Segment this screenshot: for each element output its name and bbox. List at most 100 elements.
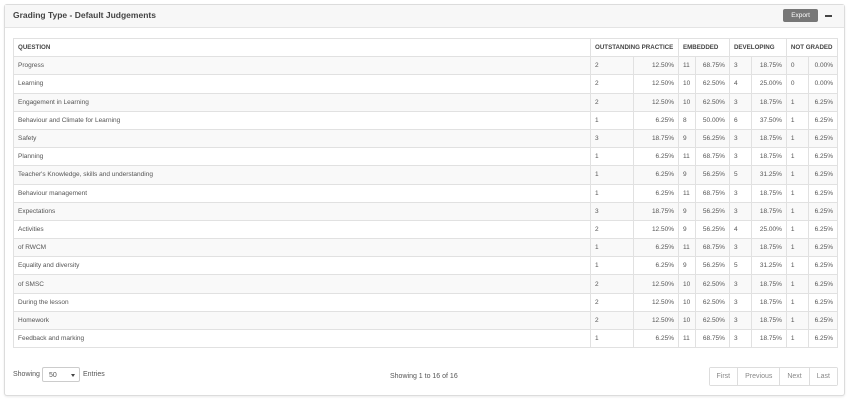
cell-outstanding-count: 2	[590, 74, 634, 94]
panel-title: Grading Type - Default Judgements	[13, 10, 156, 20]
cell-embedded-count: 9	[677, 165, 696, 185]
cell-embedded-count: 9	[677, 256, 696, 276]
entries-select-value: 50	[49, 372, 57, 379]
cell-developing-count: 3	[728, 292, 752, 312]
cell-question: Activities	[12, 219, 592, 240]
cell-outstanding-count: 1	[590, 256, 634, 276]
cell-outstanding-percent: 6.25%	[633, 238, 679, 258]
pagination-next[interactable]: Next	[779, 368, 809, 385]
cell-outstanding-percent: 12.50%	[633, 74, 679, 94]
cell-developing-percent: 18.75%	[750, 274, 787, 294]
cell-embedded-count: 11	[677, 328, 696, 349]
column-header-not-graded[interactable]: NOT GRADED	[785, 37, 839, 58]
table-info: Showing 1 to 16 of 16	[390, 373, 458, 380]
cell-embedded-count: 11	[677, 147, 696, 167]
cell-embedded-percent: 68.75%	[694, 238, 730, 258]
cell-developing-count: 5	[728, 165, 752, 185]
cell-outstanding-percent: 12.50%	[633, 274, 679, 294]
table-row: Expectations 3 18.75% 9 56.25% 3 18.75% 1 6.25%	[12, 201, 839, 221]
cell-not-graded-count: 1	[785, 183, 809, 203]
cell-embedded-percent: 62.50%	[694, 310, 730, 331]
cell-outstanding-percent: 6.25%	[633, 256, 679, 276]
cell-outstanding-count: 1	[590, 165, 634, 185]
cell-developing-count: 4	[728, 219, 752, 240]
cell-outstanding-percent: 6.25%	[633, 147, 679, 167]
cell-question: of RWCM	[12, 238, 592, 258]
column-header-developing[interactable]: DEVELOPING	[728, 37, 787, 58]
collapse-icon[interactable]	[824, 10, 834, 22]
cell-not-graded-percent: 6.25%	[807, 165, 839, 185]
cell-question: Equality and diversity	[12, 256, 592, 276]
cell-embedded-percent: 56.25%	[694, 201, 730, 221]
cell-not-graded-percent: 6.25%	[807, 238, 839, 258]
cell-question: Feedback and marking	[12, 328, 592, 349]
cell-not-graded-count: 1	[785, 110, 809, 130]
cell-embedded-percent: 56.25%	[694, 256, 730, 276]
grading-panel: Grading Type - Default Judgements Export…	[4, 4, 845, 396]
cell-question: Engagement in Learning	[12, 92, 592, 112]
cell-developing-percent: 25.00%	[750, 219, 787, 240]
cell-not-graded-count: 1	[785, 128, 809, 149]
cell-not-graded-count: 1	[785, 238, 809, 258]
cell-outstanding-count: 1	[590, 238, 634, 258]
table-row: During the lesson 2 12.50% 10 62.50% 3 18.75% 1…	[12, 292, 839, 312]
cell-embedded-percent: 68.75%	[694, 328, 730, 349]
cell-embedded-count: 11	[677, 238, 696, 258]
cell-embedded-percent: 62.50%	[694, 274, 730, 294]
pagination-last[interactable]: Last	[808, 368, 837, 385]
cell-outstanding-count: 1	[590, 183, 634, 203]
cell-developing-percent: 18.75%	[750, 56, 787, 76]
table-header-row: QUESTION OUTSTANDING PRACTICE EMBEDDED D…	[12, 37, 839, 58]
cell-not-graded-percent: 6.25%	[807, 292, 839, 312]
cell-embedded-count: 8	[677, 110, 696, 130]
cell-question: Progress	[12, 56, 592, 76]
cell-not-graded-count: 1	[785, 328, 809, 349]
column-header-question[interactable]: QUESTION	[12, 37, 592, 58]
cell-embedded-count: 9	[677, 128, 696, 149]
cell-embedded-percent: 56.25%	[694, 219, 730, 240]
pagination-first[interactable]: First	[709, 368, 738, 385]
cell-question: Planning	[12, 147, 592, 167]
cell-question: Teacher's Knowledge, skills and understa…	[12, 165, 592, 185]
cell-embedded-count: 11	[677, 56, 696, 76]
entries-label: Entries	[83, 371, 105, 378]
cell-developing-percent: 31.25%	[750, 165, 787, 185]
cell-developing-count: 3	[728, 238, 752, 258]
cell-not-graded-count: 1	[785, 165, 809, 185]
cell-outstanding-percent: 12.50%	[633, 310, 679, 331]
cell-outstanding-percent: 18.75%	[633, 201, 679, 221]
cell-outstanding-percent: 6.25%	[633, 165, 679, 185]
cell-developing-count: 3	[728, 147, 752, 167]
table-row: Teacher's Knowledge, skills and understa…	[12, 165, 839, 185]
cell-outstanding-percent: 6.25%	[633, 183, 679, 203]
cell-embedded-percent: 68.75%	[694, 147, 730, 167]
cell-outstanding-percent: 12.50%	[633, 92, 679, 112]
cell-embedded-count: 9	[677, 219, 696, 240]
cell-not-graded-percent: 6.25%	[807, 274, 839, 294]
export-button[interactable]: Export	[783, 9, 818, 22]
column-header-outstanding-practice[interactable]: OUTSTANDING PRACTICE	[590, 37, 679, 58]
cell-embedded-percent: 56.25%	[694, 128, 730, 149]
cell-question: of SMSC	[12, 274, 592, 294]
cell-not-graded-count: 1	[785, 310, 809, 331]
cell-embedded-count: 10	[677, 310, 696, 331]
cell-question: Behaviour management	[12, 183, 592, 203]
cell-outstanding-percent: 6.25%	[633, 328, 679, 349]
entries-per-page-select[interactable]: 50	[42, 367, 80, 382]
cell-embedded-percent: 50.00%	[694, 110, 730, 130]
cell-developing-percent: 37.50%	[750, 110, 787, 130]
cell-embedded-count: 10	[677, 274, 696, 294]
cell-outstanding-count: 2	[590, 56, 634, 76]
cell-embedded-count: 9	[677, 201, 696, 221]
cell-question: Safety	[12, 128, 592, 149]
column-header-embedded[interactable]: EMBEDDED	[677, 37, 730, 58]
panel-header: Grading Type - Default Judgements Export	[5, 5, 844, 28]
pagination-previous[interactable]: Previous	[737, 368, 780, 385]
cell-outstanding-count: 3	[590, 201, 634, 221]
cell-not-graded-count: 1	[785, 92, 809, 112]
cell-developing-percent: 18.75%	[750, 128, 787, 149]
cell-not-graded-percent: 6.25%	[807, 310, 839, 331]
table-row: Behaviour and Climate for Learning 1 6.25%…	[12, 110, 839, 130]
cell-developing-count: 3	[728, 92, 752, 112]
cell-not-graded-percent: 6.25%	[807, 183, 839, 203]
